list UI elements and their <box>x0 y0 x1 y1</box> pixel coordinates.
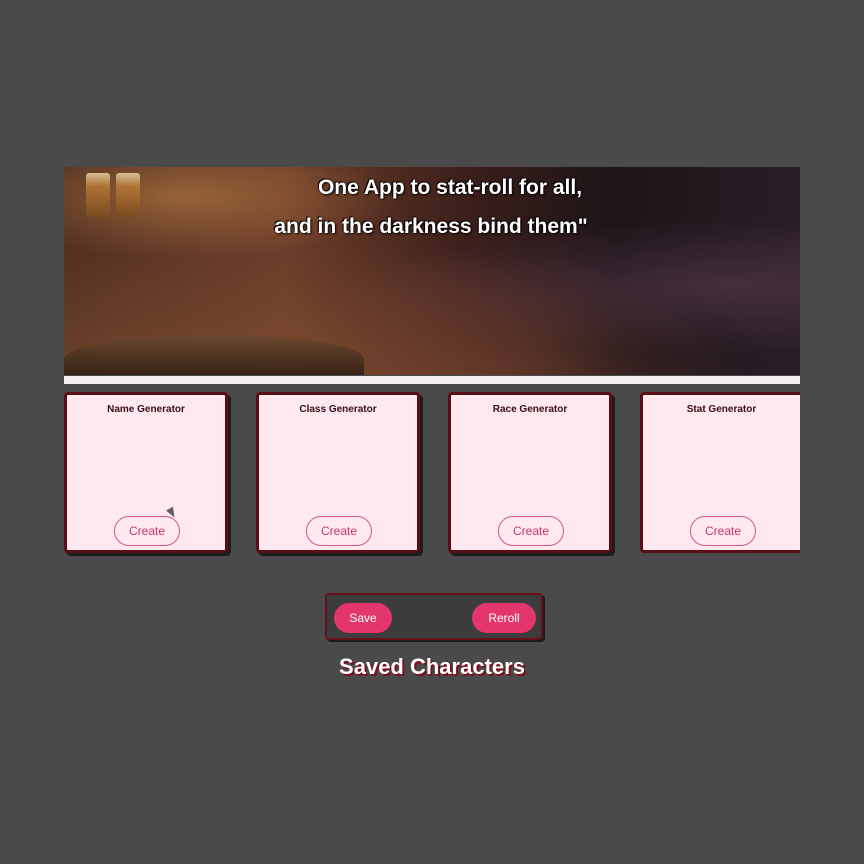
saved-characters-heading: Saved Characters <box>339 654 525 679</box>
stat-generator-card: Stat Generator Create <box>640 392 800 553</box>
action-bar: Save Reroll <box>325 593 543 640</box>
name-generator-card: Name Generator Create <box>64 392 228 553</box>
create-class-button[interactable]: Create <box>306 516 372 546</box>
reroll-button[interactable]: Reroll <box>472 603 536 633</box>
cauldron-image <box>64 335 364 375</box>
create-race-button[interactable]: Create <box>498 516 564 546</box>
card-title: Stat Generator <box>686 404 757 415</box>
save-button[interactable]: Save <box>334 603 392 633</box>
hero-tagline-line1: One App to stat-roll for all, <box>317 176 583 199</box>
hero-tagline-line2: and in the darkness bind them" <box>274 215 588 238</box>
card-title: Race Generator <box>492 404 568 415</box>
card-title: Class Generator <box>299 404 377 415</box>
race-generator-card: Race Generator Create <box>448 392 612 553</box>
create-stat-button[interactable]: Create <box>690 516 756 546</box>
hero-banner: One App to stat-roll for all, and in the… <box>64 167 800 375</box>
class-generator-card: Class Generator Create <box>256 392 420 553</box>
create-name-button[interactable]: Create <box>114 516 180 546</box>
hero-divider <box>64 376 800 384</box>
card-title: Name Generator <box>107 404 185 415</box>
